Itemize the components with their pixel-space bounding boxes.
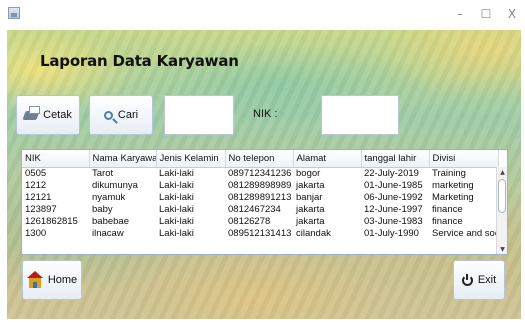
table-row[interactable]: 123897 baby Laki-laki 0812467234 jakarta… xyxy=(22,204,498,216)
column-header[interactable]: Nama Karyawan xyxy=(89,150,157,168)
table-cell: 12121 xyxy=(25,191,52,203)
table-cell: Tarot xyxy=(92,167,114,179)
scroll-thumb[interactable] xyxy=(498,179,506,213)
table-cell: Marketing xyxy=(432,191,474,203)
title-bar: – ☐ X xyxy=(0,0,525,30)
table-row[interactable]: 12121 nyamuk Laki-laki 081289891213 banj… xyxy=(22,192,498,204)
home-button-label: Home xyxy=(47,274,78,286)
table-cell: 1300 xyxy=(25,227,47,239)
table-cell: dikumunya xyxy=(92,179,138,191)
column-header[interactable]: NIK xyxy=(22,150,90,168)
table-cell: 22-July-2019 xyxy=(364,167,419,179)
table-cell: 01-July-1990 xyxy=(364,227,419,239)
employee-table: NIK Nama Karyawan Jenis Kelamin No telep… xyxy=(21,149,508,255)
table-cell: 089512131413 xyxy=(228,227,292,239)
table-cell: nyamuk xyxy=(92,191,126,203)
table-cell: Laki-laki xyxy=(159,191,194,203)
table-cell: Service and soc xyxy=(432,227,498,239)
table-cell: 01-June-1985 xyxy=(364,179,423,191)
search-icon xyxy=(103,110,113,120)
table-cell: Training xyxy=(432,167,466,179)
exit-button[interactable]: Exit xyxy=(453,260,505,300)
table-row[interactable]: 1261862815 babebae Laki-laki 08126278 ja… xyxy=(22,216,498,228)
table-cell: jakarta xyxy=(296,215,325,227)
power-icon xyxy=(461,273,473,286)
table-cell: 081289898989 xyxy=(228,179,292,191)
column-header[interactable]: Alamat xyxy=(293,150,362,168)
table-row[interactable]: 0505 Tarot Laki-laki 089712341236 bogor … xyxy=(22,167,498,180)
column-header[interactable]: Jenis Kelamin xyxy=(156,150,226,168)
table-cell: 12-June-1997 xyxy=(364,203,423,215)
table-cell: Laki-laki xyxy=(159,215,194,227)
table-cell: Laki-laki xyxy=(159,203,194,215)
column-header[interactable]: tanggal lahir xyxy=(361,150,430,168)
cetak-button-label: Cetak xyxy=(43,109,72,121)
cetak-button[interactable]: Cetak xyxy=(16,95,80,135)
table-cell: 0812467234 xyxy=(228,203,281,215)
table-cell: babebae xyxy=(92,215,129,227)
cari-button-label: Cari xyxy=(117,109,139,121)
scroll-up-arrow-icon[interactable]: ▲ xyxy=(498,168,507,177)
page-title: Laporan Data Karyawan xyxy=(40,52,239,70)
table-cell: jakarta xyxy=(296,179,325,191)
home-button[interactable]: Home xyxy=(22,260,82,300)
table-cell: Laki-laki xyxy=(159,179,194,191)
table-cell: 089712341236 xyxy=(228,167,292,179)
table-header-row: NIK Nama Karyawan Jenis Kelamin No telep… xyxy=(22,150,499,168)
table-cell: marketing xyxy=(432,179,474,191)
printer-icon xyxy=(22,110,40,120)
minimize-button[interactable]: – xyxy=(452,6,468,22)
table-cell: bogor xyxy=(296,167,321,179)
table-vertical-scrollbar[interactable]: ▲ ▼ xyxy=(496,167,507,254)
table-row[interactable]: 1300 ilnacaw Laki-laki 089512131413 cila… xyxy=(22,228,498,240)
table-cell: 123897 xyxy=(25,203,57,215)
table-cell: cilandak xyxy=(296,227,331,239)
maximize-button[interactable]: ☐ xyxy=(478,6,494,22)
scroll-down-arrow-icon[interactable]: ▼ xyxy=(498,245,507,254)
table-cell: 03-June-1983 xyxy=(364,215,423,227)
nik-input[interactable] xyxy=(321,95,399,135)
table-cell: finance xyxy=(432,215,463,227)
table-row[interactable]: 1212 dikumunya Laki-laki 081289898989 ja… xyxy=(22,180,498,192)
exit-button-label: Exit xyxy=(477,274,497,286)
table-cell: 08126278 xyxy=(228,215,271,227)
close-button[interactable]: X xyxy=(504,6,520,22)
table-cell: Laki-laki xyxy=(159,167,194,179)
table-cell: finance xyxy=(432,203,463,215)
table-cell: 081289891213 xyxy=(228,191,292,203)
search-input[interactable] xyxy=(164,95,234,135)
table-cell: ilnacaw xyxy=(92,227,124,239)
report-panel: Laporan Data Karyawan Cetak Cari NIK : N… xyxy=(7,30,521,319)
table-cell: baby xyxy=(92,203,113,215)
table-cell: banjar xyxy=(296,191,323,203)
table-cell: Laki-laki xyxy=(159,227,194,239)
column-header[interactable]: No telepon xyxy=(225,150,294,168)
home-icon xyxy=(26,271,43,289)
cari-button[interactable]: Cari xyxy=(89,95,153,135)
table-cell: 1212 xyxy=(25,179,47,191)
java-app-icon xyxy=(8,7,20,19)
column-header[interactable]: Divisi xyxy=(429,150,499,168)
table-cell: 0505 xyxy=(25,167,47,179)
table-cell: 06-June-1992 xyxy=(364,191,423,203)
nik-label: NIK : xyxy=(253,108,278,120)
table-cell: jakarta xyxy=(296,203,325,215)
table-cell: 1261862815 xyxy=(25,215,78,227)
